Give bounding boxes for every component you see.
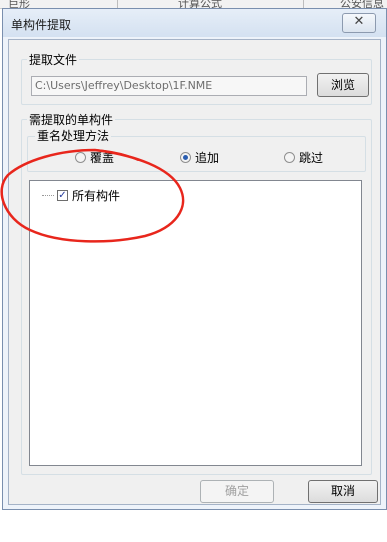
- radio-append-indicator[interactable]: [180, 152, 191, 163]
- close-button[interactable]: ✕: [342, 13, 376, 33]
- tree-connector: [42, 195, 54, 196]
- cancel-button[interactable]: 取消: [308, 480, 378, 503]
- file-path-field: C:\Users\Jeffrey\Desktop\1F.NME: [31, 76, 307, 96]
- dialog-titlebar[interactable]: 单构件提取 ✕: [3, 9, 386, 37]
- radio-overwrite[interactable]: 覆盖: [75, 149, 114, 166]
- ok-button[interactable]: 确定: [200, 480, 274, 503]
- radio-overwrite-label: 覆盖: [90, 151, 115, 165]
- radio-skip-indicator[interactable]: [284, 152, 295, 163]
- rename-group-label: 重名处理方法: [35, 127, 112, 144]
- dialog-title: 单构件提取: [11, 18, 72, 32]
- radio-append[interactable]: 追加: [180, 149, 219, 166]
- close-icon: ✕: [353, 14, 365, 29]
- radio-skip-label: 跳过: [299, 151, 324, 165]
- tree-item-checkbox[interactable]: ✓: [57, 190, 68, 201]
- components-group-label: 需提取的单构件: [27, 111, 116, 128]
- tree-item-all-components[interactable]: ✓ 所有构件: [42, 187, 120, 204]
- tree-item-label: 所有构件: [72, 189, 121, 203]
- dialog-client-area: 提取文件 C:\Users\Jeffrey\Desktop\1F.NME 浏览 …: [8, 39, 381, 505]
- component-tree[interactable]: ✓ 所有构件: [29, 180, 362, 466]
- file-group-label: 提取文件: [27, 51, 80, 68]
- browse-button[interactable]: 浏览: [317, 73, 369, 97]
- background-column-separator: [303, 0, 304, 8]
- extract-component-dialog: 单构件提取 ✕ 提取文件 C:\Users\Jeffrey\Desktop\1F…: [2, 8, 387, 510]
- radio-skip[interactable]: 跳过: [284, 149, 323, 166]
- radio-overwrite-indicator[interactable]: [75, 152, 86, 163]
- background-column-separator: [117, 0, 118, 8]
- radio-append-label: 追加: [195, 151, 220, 165]
